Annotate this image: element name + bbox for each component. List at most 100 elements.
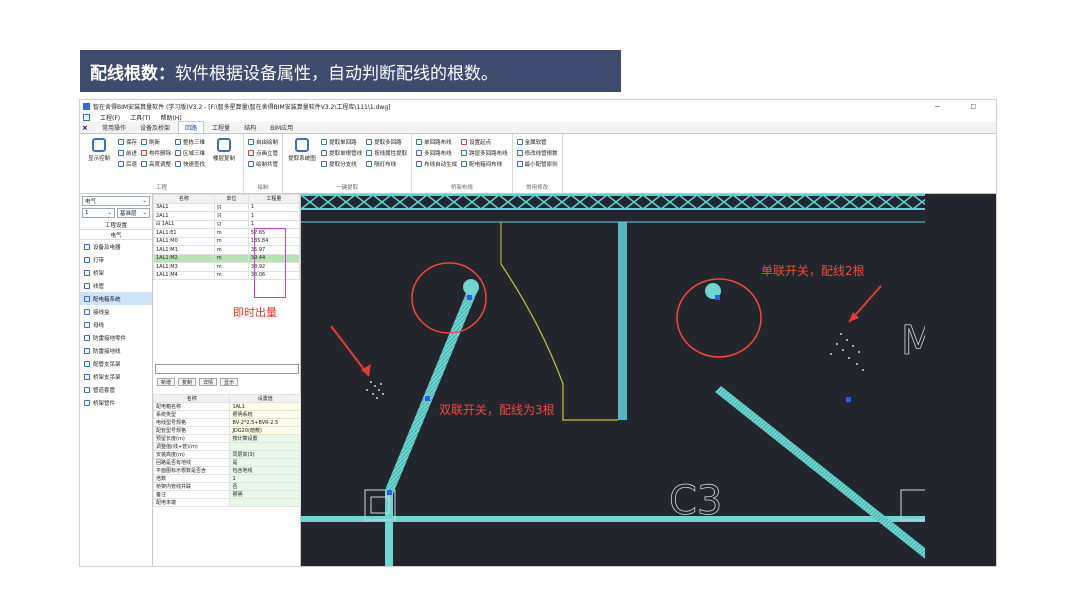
sidebar-item[interactable]: 母线 [80, 318, 152, 331]
building-icon [175, 139, 182, 145]
component-icon [84, 347, 90, 354]
close-panel-icon[interactable]: × [82, 124, 88, 132]
sidebar-item[interactable]: 防雷接地零件 [80, 331, 152, 344]
floor-copy-button[interactable]: 楼层复制 [209, 138, 239, 185]
add-button[interactable]: 新增 [157, 378, 176, 386]
sidebar-item[interactable]: 桥架支吊架 [80, 370, 152, 383]
double-switch-annotation: 双联开关，配线为3根 [439, 403, 555, 417]
forward-button[interactable]: 前进 [118, 149, 137, 157]
shared-pipe-button[interactable]: 绘制共管 [248, 160, 278, 168]
property-row[interactable]: 倍数 1 [152, 474, 301, 483]
property-row[interactable]: 备注 照明 [152, 490, 301, 499]
tab-structure[interactable]: 结构 [238, 122, 262, 133]
display-control-button[interactable]: 显示控制 [84, 138, 114, 185]
sidebar-item[interactable]: 接线盒 [80, 305, 152, 318]
property-row[interactable]: 电线型号规格 BV-2*2.5+BVR-2.5 [152, 418, 301, 427]
light-wiring-button[interactable]: 隔灯布线 [366, 160, 407, 168]
cad-drawing: C3 M2 [301, 194, 925, 566]
floor-number-select[interactable]: 1 ⌄ [82, 208, 115, 218]
property-row[interactable]: 桥架内管线并联否 [152, 482, 301, 491]
detail-button[interactable]: 详情 [199, 378, 218, 386]
property-row[interactable]: 回路是否有地线是 [152, 458, 301, 467]
property-row[interactable]: 配管型号规格 JDG20(暗敷) [152, 426, 301, 435]
property-value[interactable] [229, 498, 301, 507]
property-value[interactable]: 是 [229, 458, 301, 467]
save-button[interactable]: 保存 [118, 138, 137, 146]
floor-name-select[interactable]: 基准层 ⌄ [117, 208, 150, 218]
cad-canvas[interactable]: C3 M2 双联开关，配线为3根 单联开关，配线2根 [301, 194, 996, 566]
box-wiring-button[interactable]: 配电箱间布线 [461, 160, 508, 168]
region-3d-button[interactable]: 区域三维 [175, 149, 205, 157]
modify-count-button[interactable]: 修改线管根数 [516, 149, 558, 157]
extract-single-line-button[interactable]: 提取单根管线 [321, 149, 362, 157]
property-value[interactable]: 按计算设置 [229, 434, 301, 443]
copy-button[interactable]: 复制 [178, 378, 197, 386]
window-controls[interactable]: — □ [934, 103, 996, 110]
filter-field[interactable] [155, 364, 299, 374]
property-row[interactable]: 配电箱名称 1AL1 [152, 402, 301, 411]
property-row[interactable]: 配电末端 [152, 498, 301, 507]
height-adjust-button[interactable]: 高度调整 [141, 160, 171, 168]
tab-common[interactable]: 常用操作 [96, 122, 132, 133]
property-value[interactable]: 照明 [229, 490, 301, 499]
table-row[interactable]: 2AL1 只 1 [153, 211, 301, 221]
riser-button[interactable]: 点画立管 [248, 149, 278, 157]
property-name: 配管型号规格 [152, 426, 231, 435]
extract-branch-button[interactable]: 提取分支线 [321, 160, 362, 168]
single-circuit-wiring-button[interactable]: 单回路布线 [416, 138, 457, 146]
property-value[interactable]: 照明系统 [229, 410, 301, 419]
property-row[interactable]: 调整值(线+管)(m) [152, 442, 301, 451]
project-settings-header[interactable]: 工程设置 [80, 220, 152, 230]
property-row[interactable]: 安装高度(m) 同层高(3) [152, 450, 301, 459]
component-icon [84, 295, 90, 302]
refresh-button[interactable]: 刷新 [141, 138, 171, 146]
sidebar-item[interactable]: 管道套管 [80, 383, 152, 396]
sidebar-item[interactable]: 设备及电器 [80, 240, 152, 253]
property-row[interactable]: 预留长度(m) 按计算设置 [152, 434, 301, 443]
property-value[interactable]: BV-2*2.5+BVR-2.5 [229, 418, 301, 427]
tab-bim[interactable]: BIM应用 [264, 122, 299, 133]
discipline-select[interactable]: 电气 ⌄ [82, 196, 150, 206]
set-start-button[interactable]: 设置起点 [461, 138, 508, 146]
extract-multi-circuit-button[interactable]: 提取多回路 [366, 138, 407, 146]
sidebar-item[interactable]: 桥架 [80, 266, 152, 279]
sidebar-item[interactable]: 配电箱系统 [80, 292, 152, 305]
delete-component-button[interactable]: 构件删除 [141, 149, 171, 157]
tab-quantity[interactable]: 工程量 [206, 122, 236, 133]
sidebar-item[interactable]: 灯带 [80, 253, 152, 266]
quick-find-button[interactable]: 快速查找 [175, 160, 205, 168]
multi-circuit-wiring-button[interactable]: 多回路布线 [416, 149, 457, 157]
property-value[interactable]: 包含地线 [229, 466, 301, 475]
table-row[interactable]: 3AL1 只 1 [153, 202, 301, 212]
extract-system-button[interactable]: 提取系统图 [287, 138, 317, 185]
menu-project[interactable]: 工程(F) [100, 113, 120, 122]
sidebar-item[interactable]: 线管 [80, 279, 152, 292]
min-pipe-button[interactable]: 最小配管原则 [516, 160, 558, 168]
sidebar-item[interactable]: 桥架管件 [80, 396, 152, 409]
property-value[interactable] [229, 442, 301, 451]
free-draw-button[interactable]: 自由绘制 [248, 138, 278, 146]
tab-equipment[interactable]: 设备及桥架 [134, 122, 176, 133]
property-value[interactable]: 同层高(3) [229, 450, 301, 459]
menu-tools[interactable]: 工具(T) [130, 113, 150, 122]
property-value[interactable]: 1 [229, 474, 301, 483]
show-button[interactable]: 显示 [220, 378, 239, 386]
window-title: 智在舍得BIM安装算量软件 (学习版)V3.2 - [F:\智多星算量\智在舍得… [93, 103, 391, 111]
property-value[interactable]: 1AL1 [229, 402, 301, 411]
whole-3d-button[interactable]: 整栋三维 [175, 138, 205, 146]
sidebar-item[interactable]: 配管支吊架 [80, 357, 152, 370]
extract-by-attr-button[interactable]: 按线属性提取 [366, 149, 407, 157]
auto-wiring-button[interactable]: 布线自动生成 [416, 160, 457, 168]
extract-single-circuit-button[interactable]: 提取单回路 [321, 138, 362, 146]
wire-double-switch [385, 286, 478, 494]
metal-hose-button[interactable]: 金属软管 [516, 138, 558, 146]
property-row[interactable]: 平面图标示根数是否含 包含地线 [152, 466, 301, 475]
cross-floor-wiring-button[interactable]: 跨层多回路布线 [461, 149, 508, 157]
sidebar-item[interactable]: 防雷接地线 [80, 344, 152, 357]
tab-circuit[interactable]: 回路 [178, 121, 205, 133]
property-value[interactable]: JDG20(暗敷) [229, 426, 301, 435]
property-value[interactable]: 否 [229, 482, 301, 491]
back-button[interactable]: 后退 [118, 160, 137, 168]
property-row[interactable]: 系统类型 照明系统 [152, 410, 301, 419]
pipe-icon [248, 161, 255, 167]
